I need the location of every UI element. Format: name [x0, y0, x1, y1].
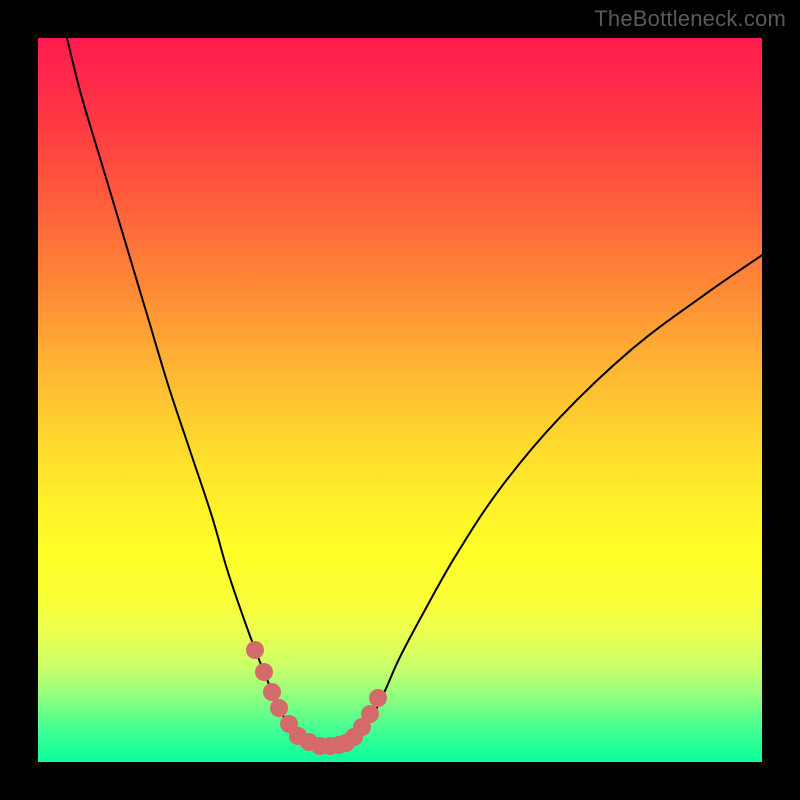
highlight-dot [246, 641, 264, 659]
highlight-dot [311, 737, 329, 755]
highlight-dot [255, 663, 273, 681]
highlight-dot [330, 736, 348, 754]
highlight-dot [280, 715, 298, 733]
highlight-dot [300, 733, 318, 751]
highlight-dot [270, 699, 288, 717]
highlight-dot [289, 727, 307, 745]
chart-frame: TheBottleneck.com [0, 0, 800, 800]
highlight-dot [361, 705, 379, 723]
highlight-dots-layer [38, 38, 762, 762]
watermark-text: TheBottleneck.com [594, 6, 786, 32]
highlight-dot [337, 734, 355, 752]
plot-area [38, 38, 762, 762]
highlight-dot [345, 728, 363, 746]
bottleneck-curve [38, 38, 762, 762]
highlight-dot [369, 689, 387, 707]
highlight-dot [263, 683, 281, 701]
highlight-dot [353, 718, 371, 736]
highlight-dot [321, 737, 339, 755]
